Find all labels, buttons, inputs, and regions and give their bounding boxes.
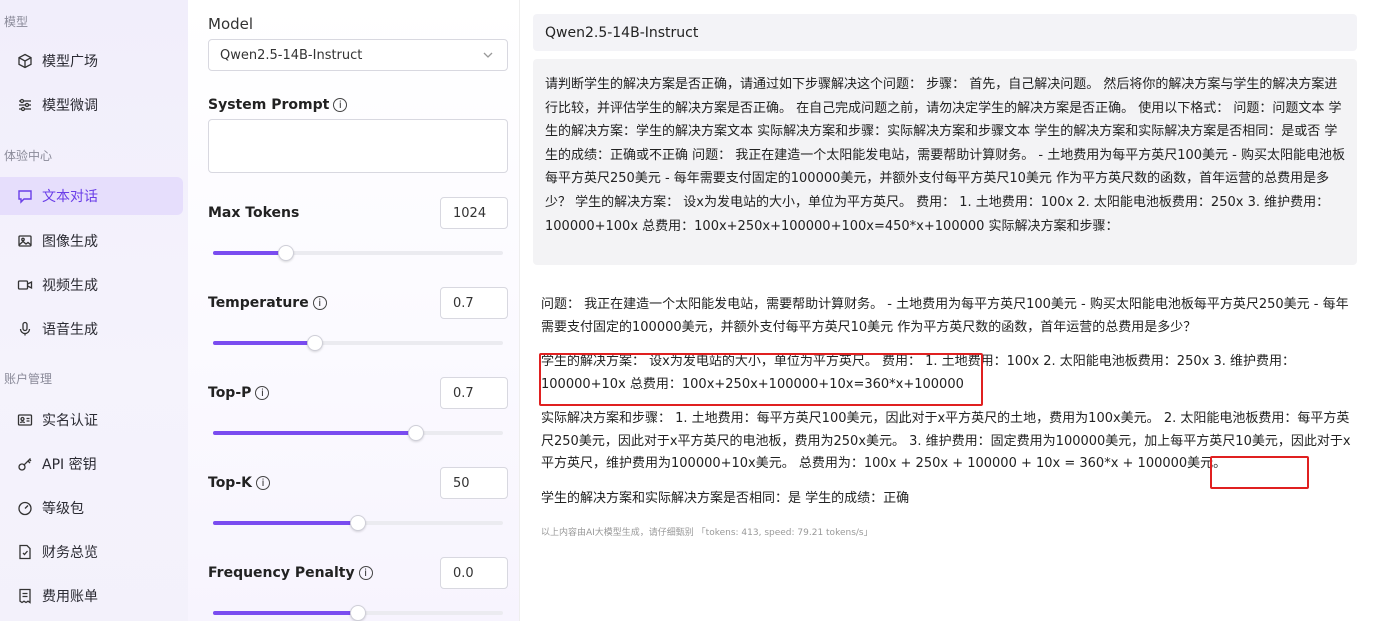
system-prompt-label: System Prompt i: [208, 97, 348, 113]
section-title-account: 账户管理: [4, 372, 53, 386]
chat-model-title: Qwen2.5-14B-Instruct: [533, 14, 1357, 51]
top-k-slider[interactable]: [213, 515, 503, 531]
sidebar-item-label: 财务总览: [42, 545, 98, 561]
settings-panel: Model Qwen2.5-14B-Instruct System Prompt…: [188, 0, 520, 621]
slider-thumb[interactable]: [350, 605, 366, 621]
temperature-input[interactable]: 0.7: [440, 287, 508, 319]
max-tokens-slider[interactable]: [213, 245, 503, 261]
max-tokens-label: Max Tokens: [208, 205, 300, 221]
top-k-input[interactable]: 50: [440, 467, 508, 499]
model-select[interactable]: Qwen2.5-14B-Instruct: [208, 39, 508, 71]
finance-doc-icon: [16, 543, 34, 561]
chat-area: Qwen2.5-14B-Instruct 请判断学生的解决方案是否正确，请通过如…: [521, 0, 1383, 621]
sidebar-item-bill[interactable]: 费用账单: [0, 577, 183, 615]
sidebar-item-label: 模型广场: [42, 54, 98, 70]
sidebar-item-voice-gen[interactable]: 语音生成: [0, 310, 183, 348]
chevron-down-icon: [483, 52, 493, 58]
sidebar-item-verification[interactable]: 实名认证: [0, 401, 183, 439]
slider-thumb[interactable]: [350, 515, 366, 531]
sidebar-item-label: 模型微调: [42, 98, 98, 114]
sidebar-item-label: 视频生成: [42, 278, 98, 294]
reply-problem: 问题： 我正在建造一个太阳能发电站，需要帮助计算财务。 - 土地费用为每平方英尺…: [541, 297, 1349, 335]
highlight-box-student: [539, 353, 983, 406]
gauge-icon: [16, 499, 34, 517]
sidebar-item-label: 语音生成: [42, 322, 98, 338]
user-message: 请判断学生的解决方案是否正确，请通过如下步骤解决这个问题： 步骤： 首先，自己解…: [533, 59, 1357, 265]
sidebar-item-label: 实名认证: [42, 413, 98, 429]
info-icon[interactable]: i: [256, 476, 270, 490]
frequency-penalty-label: Frequency Penalty i: [208, 565, 373, 581]
reply-footer: 以上内容由AI大模型生成，请仔细甄别 「tokens: 413, speed: …: [541, 528, 873, 538]
temperature-slider[interactable]: [213, 335, 503, 351]
sidebar-item-label: API 密钥: [42, 457, 97, 473]
frequency-penalty-input[interactable]: 0.0: [440, 557, 508, 589]
section-title-models: 模型: [4, 15, 29, 29]
video-icon: [16, 276, 34, 294]
sidebar-item-level-pack[interactable]: 等级包: [0, 489, 183, 527]
top-p-label: Top-P i: [208, 385, 270, 401]
cube-icon: [16, 52, 34, 70]
top-p-input[interactable]: 0.7: [440, 377, 508, 409]
info-icon[interactable]: i: [333, 98, 348, 112]
sidebar-item-video-gen[interactable]: 视频生成: [0, 266, 183, 304]
mic-icon: [16, 320, 34, 338]
sidebar-item-model-square[interactable]: 模型广场: [0, 42, 183, 80]
system-prompt-input[interactable]: [208, 119, 508, 173]
image-icon: [16, 232, 34, 250]
temperature-label: Temperature i: [208, 295, 327, 311]
frequency-penalty-slider[interactable]: [213, 605, 503, 621]
model-select-value: Qwen2.5-14B-Instruct: [220, 47, 363, 63]
top-p-slider[interactable]: [213, 425, 503, 441]
sidebar-item-label: 费用账单: [42, 589, 98, 605]
max-tokens-input[interactable]: 1024: [440, 197, 508, 229]
key-icon: [16, 455, 34, 473]
top-k-label: Top-K i: [208, 475, 270, 491]
info-icon[interactable]: i: [312, 296, 327, 310]
sliders-icon: [16, 96, 34, 114]
sidebar-item-label: 图像生成: [42, 234, 98, 250]
chat-icon: [16, 187, 34, 205]
info-icon[interactable]: i: [255, 386, 270, 400]
slider-thumb[interactable]: [408, 425, 424, 441]
sidebar-item-text-chat[interactable]: 文本对话: [0, 177, 183, 215]
info-icon[interactable]: i: [358, 566, 373, 580]
sidebar-item-label: 文本对话: [42, 189, 98, 205]
sidebar: 模型 模型广场 模型微调 体验中心 文本对话 图像生成 视频生成 语音生成 账户…: [0, 0, 188, 621]
slider-thumb[interactable]: [278, 245, 294, 261]
id-card-icon: [16, 411, 34, 429]
model-label: Model: [208, 15, 254, 33]
sidebar-item-label: 等级包: [42, 501, 84, 517]
sidebar-item-model-finetune[interactable]: 模型微调: [0, 86, 183, 124]
assistant-reply: 问题： 我正在建造一个太阳能发电站，需要帮助计算财务。 - 土地费用为每平方英尺…: [541, 294, 1356, 545]
section-title-experience: 体验中心: [4, 149, 53, 163]
bill-icon: [16, 587, 34, 605]
sidebar-item-finance[interactable]: 财务总览: [0, 533, 183, 571]
sidebar-item-api-key[interactable]: API 密钥: [0, 445, 183, 483]
highlight-box-total: [1210, 456, 1309, 489]
sidebar-item-image-gen[interactable]: 图像生成: [0, 222, 183, 260]
slider-thumb[interactable]: [307, 335, 323, 351]
reply-verdict: 学生的解决方案和实际解决方案是否相同：是 学生的成绩：正确: [541, 490, 910, 506]
